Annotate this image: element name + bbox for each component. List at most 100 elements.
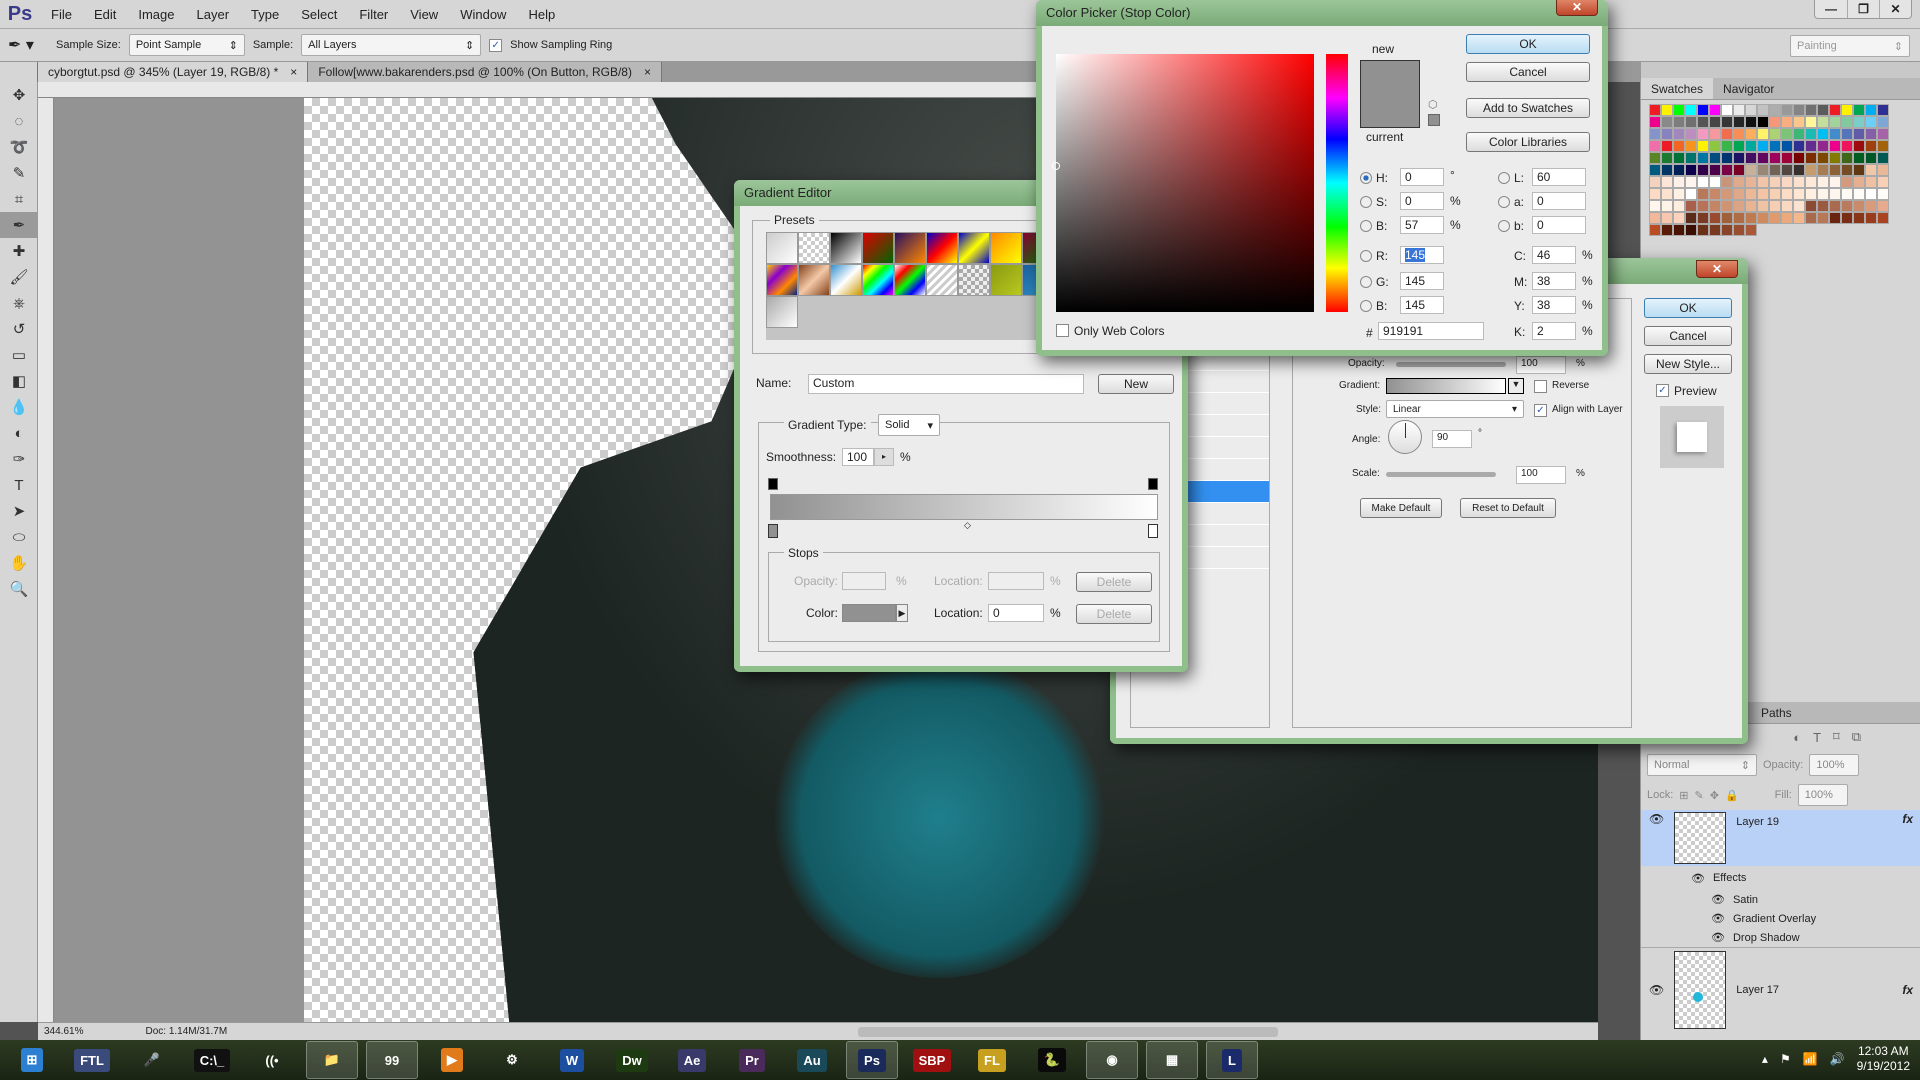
- swatch[interactable]: [1877, 176, 1889, 188]
- eyedropper-tool-icon[interactable]: ✒: [0, 212, 38, 238]
- a-radio[interactable]: [1498, 196, 1510, 208]
- gradient-preset[interactable]: [958, 232, 990, 264]
- swatch[interactable]: [1697, 200, 1709, 212]
- menu-help[interactable]: Help: [517, 7, 566, 22]
- visibility-eye-icon[interactable]: 👁: [1691, 872, 1705, 885]
- type-tool-icon[interactable]: T: [0, 472, 38, 498]
- stop-color-location-field[interactable]: 0: [988, 604, 1044, 622]
- swatch[interactable]: [1685, 224, 1697, 236]
- gradient-preset[interactable]: [766, 264, 798, 296]
- hex-field[interactable]: 919191: [1378, 322, 1484, 340]
- hand-tool-icon[interactable]: ✋: [0, 550, 38, 576]
- gradient-preset[interactable]: [798, 264, 830, 296]
- doc-tab-cyborgtut[interactable]: cyborgtut.psd @ 345% (Layer 19, RGB/8) *…: [38, 62, 309, 82]
- swatch[interactable]: [1661, 104, 1673, 116]
- swatch[interactable]: [1721, 128, 1733, 140]
- taskbar-media-player-icon[interactable]: ▶: [426, 1041, 478, 1079]
- swatch[interactable]: [1673, 104, 1685, 116]
- swatch[interactable]: [1697, 224, 1709, 236]
- volume-icon[interactable]: 🔊: [1830, 1052, 1845, 1066]
- lasso-tool-icon[interactable]: ➰: [0, 134, 38, 160]
- swatch[interactable]: [1709, 188, 1721, 200]
- color-arrow-icon[interactable]: ▶: [896, 604, 908, 622]
- gradient-preset[interactable]: [830, 264, 862, 296]
- swatch[interactable]: [1829, 212, 1841, 224]
- swatch[interactable]: [1661, 140, 1673, 152]
- swatch[interactable]: [1769, 104, 1781, 116]
- swatch[interactable]: [1841, 164, 1853, 176]
- taskbar-word-icon[interactable]: W: [546, 1041, 598, 1079]
- swatch[interactable]: [1781, 104, 1793, 116]
- swatch[interactable]: [1853, 140, 1865, 152]
- filter-shape-icon[interactable]: ⌑: [1833, 729, 1840, 745]
- midpoint-diamond-icon[interactable]: ◇: [964, 520, 971, 531]
- swatch[interactable]: [1733, 176, 1745, 188]
- swatch[interactable]: [1877, 116, 1889, 128]
- sample-select[interactable]: All Layers ⇕: [301, 34, 482, 56]
- smoothness-arrow-icon[interactable]: ▸: [874, 448, 894, 466]
- ok-button[interactable]: OK: [1466, 34, 1590, 54]
- menu-window[interactable]: Window: [449, 7, 517, 22]
- minimize-button[interactable]: —: [1815, 0, 1847, 18]
- blue-radio[interactable]: [1360, 300, 1372, 312]
- taskbar-fl-studio-icon[interactable]: FL: [966, 1041, 1018, 1079]
- swatch[interactable]: [1877, 128, 1889, 140]
- swatch[interactable]: [1709, 140, 1721, 152]
- dodge-tool-icon[interactable]: ◐: [0, 420, 38, 446]
- swatch[interactable]: [1757, 164, 1769, 176]
- swatch[interactable]: [1673, 152, 1685, 164]
- swatch[interactable]: [1721, 212, 1733, 224]
- lock-transparent-icon[interactable]: ⊞: [1679, 789, 1688, 802]
- swatch[interactable]: [1673, 176, 1685, 188]
- swatch[interactable]: [1721, 140, 1733, 152]
- smoothness-field[interactable]: 100: [842, 448, 874, 466]
- h-field[interactable]: 0: [1400, 168, 1444, 186]
- swatch[interactable]: [1829, 128, 1841, 140]
- scale-slider[interactable]: [1386, 472, 1496, 477]
- swatch[interactable]: [1853, 212, 1865, 224]
- swatch[interactable]: [1709, 212, 1721, 224]
- swatch[interactable]: [1709, 152, 1721, 164]
- taskbar-after-effects-icon[interactable]: Ae: [666, 1041, 718, 1079]
- swatch[interactable]: [1685, 164, 1697, 176]
- swatch[interactable]: [1841, 104, 1853, 116]
- swatch[interactable]: [1733, 224, 1745, 236]
- swatch[interactable]: [1649, 116, 1661, 128]
- swatch[interactable]: [1853, 164, 1865, 176]
- swatch[interactable]: [1685, 140, 1697, 152]
- swatch[interactable]: [1721, 188, 1733, 200]
- swatch[interactable]: [1817, 152, 1829, 164]
- menu-edit[interactable]: Edit: [83, 7, 127, 22]
- color-field[interactable]: [1052, 54, 1314, 312]
- layer-row-19[interactable]: 👁 Layer 19 fx: [1641, 810, 1920, 866]
- l-radio[interactable]: [1498, 172, 1510, 184]
- swatch[interactable]: [1745, 188, 1757, 200]
- swatch[interactable]: [1769, 152, 1781, 164]
- shape-tool-icon[interactable]: ⬭: [0, 524, 38, 550]
- swatch[interactable]: [1853, 152, 1865, 164]
- name-field[interactable]: Custom: [808, 374, 1084, 394]
- swatch[interactable]: [1865, 116, 1877, 128]
- swatch[interactable]: [1733, 128, 1745, 140]
- swatch[interactable]: [1661, 152, 1673, 164]
- swatch[interactable]: [1709, 176, 1721, 188]
- swatch[interactable]: [1661, 212, 1673, 224]
- swatch[interactable]: [1877, 140, 1889, 152]
- swatch[interactable]: [1769, 188, 1781, 200]
- swatch[interactable]: [1817, 176, 1829, 188]
- path-select-tool-icon[interactable]: ➤: [0, 498, 38, 524]
- swatch[interactable]: [1865, 212, 1877, 224]
- swatch[interactable]: [1757, 188, 1769, 200]
- swatch[interactable]: [1805, 188, 1817, 200]
- swatch[interactable]: [1853, 176, 1865, 188]
- swatch[interactable]: [1829, 104, 1841, 116]
- swatch[interactable]: [1793, 116, 1805, 128]
- gradient-preset[interactable]: [766, 296, 798, 328]
- swatch[interactable]: [1841, 152, 1853, 164]
- close-icon[interactable]: ✕: [1556, 0, 1598, 16]
- sampling-ring-checkbox[interactable]: ✓: [489, 38, 503, 52]
- swatch[interactable]: [1829, 200, 1841, 212]
- swatch[interactable]: [1829, 140, 1841, 152]
- swatch[interactable]: [1781, 212, 1793, 224]
- swatch[interactable]: [1853, 188, 1865, 200]
